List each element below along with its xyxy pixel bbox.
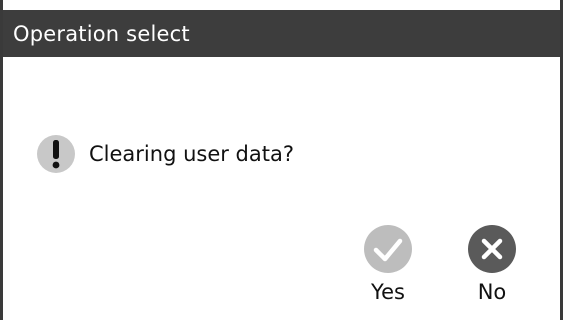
warning-exclamation-icon (37, 135, 75, 173)
checkmark-icon (364, 225, 412, 273)
message-row: Clearing user data? (36, 134, 294, 174)
dialog-title: Operation select (13, 21, 190, 46)
yes-button[interactable]: Yes (353, 222, 423, 312)
operation-select-dialog: Operation select Clearing user data? Yes… (0, 0, 563, 320)
dialog-titlebar: Operation select (3, 10, 560, 57)
dialog-message: Clearing user data? (89, 142, 294, 166)
close-icon (468, 225, 516, 273)
no-button-label: No (477, 280, 507, 304)
no-button[interactable]: No (457, 222, 527, 312)
yes-button-label: Yes (371, 280, 405, 304)
